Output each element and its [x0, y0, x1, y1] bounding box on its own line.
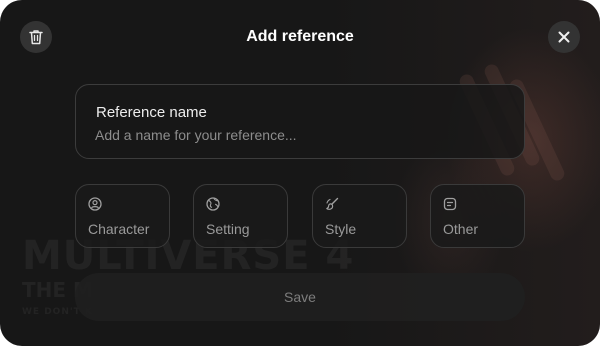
- type-character-label: Character: [88, 221, 150, 237]
- type-style-label: Style: [325, 221, 357, 237]
- reference-name-label: Reference name: [96, 104, 207, 121]
- save-button[interactable]: Save: [75, 273, 525, 321]
- user-circle-icon: [88, 197, 102, 211]
- add-reference-dialog: MULTIVERSE 4 THE M WE DON'T K Add refere…: [0, 0, 600, 346]
- note-icon: [443, 197, 457, 211]
- type-other-button[interactable]: Other: [430, 184, 525, 248]
- type-setting-label: Setting: [206, 221, 250, 237]
- type-other-label: Other: [443, 221, 479, 237]
- reference-name-field[interactable]: Reference name: [75, 84, 525, 159]
- globe-icon: [206, 197, 220, 211]
- type-setting-button[interactable]: Setting: [193, 184, 288, 248]
- type-character-button[interactable]: Character: [75, 184, 170, 248]
- background-headline: MULTIVERSE 4: [22, 233, 355, 279]
- type-style-button[interactable]: Style: [312, 184, 407, 248]
- reference-name-input[interactable]: [95, 124, 495, 146]
- close-icon: [558, 31, 570, 43]
- dialog-title: Add reference: [246, 28, 354, 45]
- close-button[interactable]: [548, 21, 580, 53]
- brush-icon: [326, 197, 339, 210]
